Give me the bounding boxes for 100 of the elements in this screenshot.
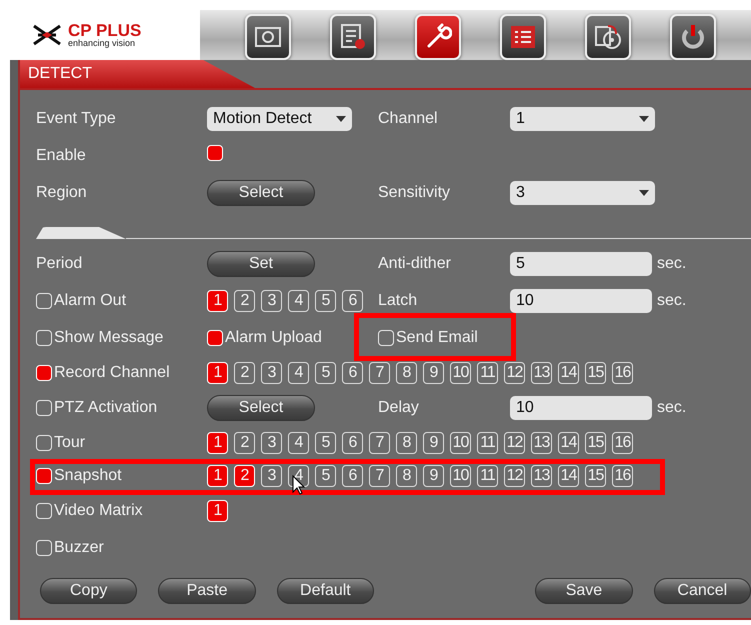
channel-toggle[interactable]: 5 (315, 362, 336, 384)
power-icon (679, 23, 707, 51)
channel-toggle[interactable]: 16 (612, 362, 633, 384)
action-button[interactable]: Cancel (654, 578, 751, 604)
channel-toggle[interactable]: 1 (207, 432, 228, 454)
channel-toggle[interactable]: 12 (504, 432, 525, 454)
action-button[interactable]: Copy (40, 578, 138, 604)
channel-toggle[interactable]: 15 (585, 432, 606, 454)
channel-toggle[interactable]: 6 (342, 464, 363, 486)
channel-toggle[interactable]: 13 (531, 362, 552, 384)
channel-toggle[interactable]: 9 (423, 432, 444, 454)
unit-label: sec. (656, 398, 688, 416)
checkbox[interactable] (36, 502, 52, 518)
select-button[interactable]: Select (207, 180, 315, 206)
dropdown[interactable]: 3 (510, 180, 655, 204)
toolbar-button[interactable] (415, 14, 461, 60)
channel-toggle[interactable]: 4 (288, 290, 309, 312)
channel-toggle[interactable]: 10 (450, 464, 471, 486)
channel-toggle[interactable]: 14 (558, 464, 579, 486)
channel-toggle[interactable]: 1 (207, 362, 228, 384)
channel-toggle[interactable]: 13 (531, 432, 552, 454)
dropdown-caret-icon (639, 190, 649, 196)
channel-toggle[interactable]: 2 (234, 432, 255, 454)
channel-toggle[interactable]: 12 (504, 464, 525, 486)
dropdown[interactable]: Motion Detect (207, 106, 352, 130)
channel-toggle[interactable]: 2 (234, 290, 255, 312)
channel-toggle[interactable]: 8 (396, 464, 417, 486)
setting-label: Snapshot (54, 466, 122, 484)
checkbox[interactable] (36, 330, 52, 346)
channel-toggle[interactable]: 2 (234, 464, 255, 486)
channel-toggle[interactable]: 8 (396, 362, 417, 384)
channel-toggle[interactable]: 7 (369, 432, 390, 454)
channel-toggle[interactable]: 3 (261, 362, 282, 384)
toolbar-button[interactable] (330, 14, 376, 60)
channel-toggle[interactable]: 8 (396, 432, 417, 454)
setting-label: Period (36, 254, 82, 272)
channel-toggle[interactable]: 9 (423, 362, 444, 384)
backup-disc-icon (594, 23, 622, 51)
input-field[interactable]: 10 (510, 288, 652, 312)
checkbox[interactable] (378, 330, 394, 346)
checkbox[interactable] (36, 540, 52, 556)
channel-toggle[interactable]: 15 (585, 464, 606, 486)
channel-toggle[interactable]: 3 (261, 464, 282, 486)
panel-tab[interactable]: DETECT (20, 60, 255, 88)
channel-toggle[interactable]: 13 (531, 464, 552, 486)
channel-toggle[interactable]: 1 (207, 290, 228, 312)
setting-label: Alarm Out (54, 292, 126, 310)
channel-toggle[interactable]: 4 (288, 432, 309, 454)
channel-toggle[interactable]: 14 (558, 362, 579, 384)
dropdown-caret-icon (336, 116, 346, 122)
channel-toggle[interactable]: 11 (477, 362, 498, 384)
select-button[interactable]: Select (207, 394, 315, 420)
action-button[interactable]: Default (276, 578, 374, 604)
channel-toggle[interactable]: 1 (207, 464, 228, 486)
channel-toggle[interactable]: 2 (234, 362, 255, 384)
unit-label: sec. (656, 254, 688, 272)
toolbar-button[interactable] (585, 14, 631, 60)
action-button[interactable]: Paste (158, 578, 256, 604)
checkbox[interactable] (36, 400, 52, 416)
channel-toggle[interactable]: 6 (342, 290, 363, 312)
channel-toggle[interactable]: 11 (477, 464, 498, 486)
select-button[interactable]: Set (207, 250, 315, 276)
action-button[interactable]: Save (535, 578, 633, 604)
channel-toggle[interactable]: 4 (288, 362, 309, 384)
channel-toggle[interactable]: 7 (369, 362, 390, 384)
channel-toggle[interactable]: 10 (450, 432, 471, 454)
input-field[interactable]: 10 (510, 396, 652, 420)
setting-label: PTZ Activation (54, 398, 158, 416)
channel-toggle[interactable]: 5 (315, 464, 336, 486)
channel-toggle[interactable]: 6 (342, 432, 363, 454)
channel-toggle[interactable]: 14 (558, 432, 579, 454)
checkbox[interactable] (36, 434, 52, 450)
toolbar-button[interactable] (245, 14, 291, 60)
channel-toggle[interactable]: 16 (612, 464, 633, 486)
setting-label: Video Matrix (54, 502, 143, 520)
toolbar-button[interactable] (670, 14, 716, 60)
channel-toggle[interactable]: 10 (450, 362, 471, 384)
channel-toggle[interactable]: 15 (585, 362, 606, 384)
checkbox[interactable] (36, 292, 52, 308)
setting-label: Tour (54, 434, 86, 452)
channel-toggle[interactable]: 16 (612, 432, 633, 454)
channel-toggle[interactable]: 12 (504, 362, 525, 384)
channel-toggle[interactable]: 9 (423, 464, 444, 486)
field-label: Channel (378, 110, 439, 128)
dropdown[interactable]: 1 (510, 106, 655, 130)
setting-label: Buzzer (54, 538, 104, 556)
input-field[interactable]: 5 (510, 252, 652, 276)
option-label: Alarm Upload (225, 328, 322, 346)
channel-toggle[interactable]: 3 (261, 432, 282, 454)
settings-document-icon (339, 23, 367, 51)
channel-toggle[interactable]: 1 (207, 500, 228, 522)
channel-toggle[interactable]: 5 (315, 432, 336, 454)
setting-label: Event Type (36, 110, 116, 128)
channel-toggle[interactable]: 11 (477, 432, 498, 454)
channel-toggle[interactable]: 3 (261, 290, 282, 312)
channel-toggle[interactable]: 5 (315, 290, 336, 312)
channel-toggle[interactable]: 7 (369, 464, 390, 486)
channel-toggle[interactable]: 6 (342, 362, 363, 384)
toolbar-button[interactable] (500, 14, 546, 60)
unit-label: sec. (656, 292, 688, 310)
